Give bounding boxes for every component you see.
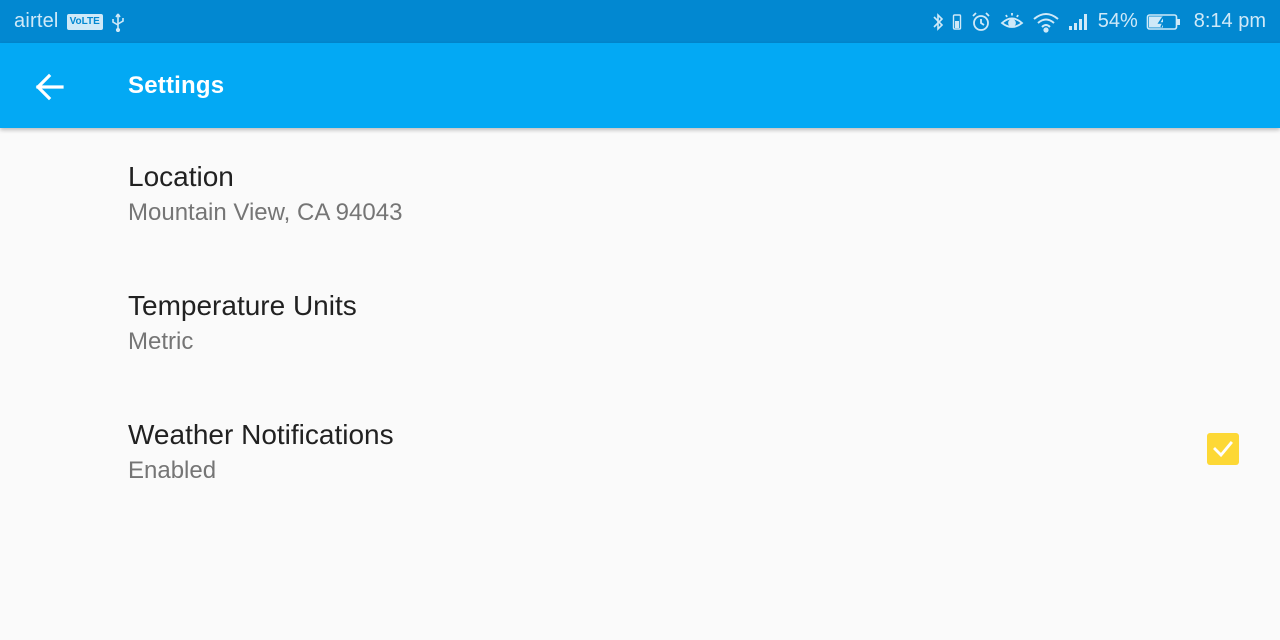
status-bar-left: airtel VoLTE — [14, 10, 125, 33]
signal-icon — [1068, 12, 1090, 32]
back-button[interactable] — [28, 65, 72, 109]
usb-icon — [111, 12, 125, 32]
clock: 8:14 pm — [1193, 10, 1266, 32]
pref-item-temperature-units[interactable]: Temperature Units Metric — [0, 257, 1280, 386]
pref-item-location[interactable]: Location Mountain View, CA 94043 — [0, 128, 1280, 257]
pref-title: Temperature Units — [128, 290, 357, 321]
status-bar-right: 54% 8:14 pm — [932, 10, 1266, 33]
battery-charging-icon — [1146, 12, 1182, 32]
checkmark-icon — [1211, 437, 1235, 461]
arrow-back-icon — [34, 71, 66, 103]
pref-summary: Metric — [128, 328, 194, 355]
battery-vibrate-icon — [952, 12, 962, 32]
page-title: Settings — [128, 72, 225, 99]
notifications-checkbox[interactable] — [1207, 432, 1239, 465]
status-bar: airtel VoLTE 54% 8:14 pm — [0, 0, 1280, 43]
alarm-icon — [970, 11, 992, 33]
bluetooth-icon — [932, 12, 944, 32]
app-bar: Settings — [0, 43, 1280, 128]
pref-title: Location — [128, 161, 234, 192]
preference-list: Location Mountain View, CA 94043 Tempera… — [0, 128, 1280, 515]
wifi-icon — [1032, 11, 1060, 33]
pref-summary: Mountain View, CA 94043 — [128, 199, 403, 226]
carrier-name: airtel — [14, 10, 59, 32]
volte-badge: VoLTE — [66, 13, 103, 30]
battery-percent: 54% — [1097, 10, 1138, 32]
pref-item-weather-notifications[interactable]: Weather Notifications Enabled — [0, 386, 1280, 515]
pref-title: Weather Notifications — [128, 419, 394, 450]
pref-summary: Enabled — [128, 457, 217, 484]
eye-comfort-icon — [1000, 12, 1024, 32]
